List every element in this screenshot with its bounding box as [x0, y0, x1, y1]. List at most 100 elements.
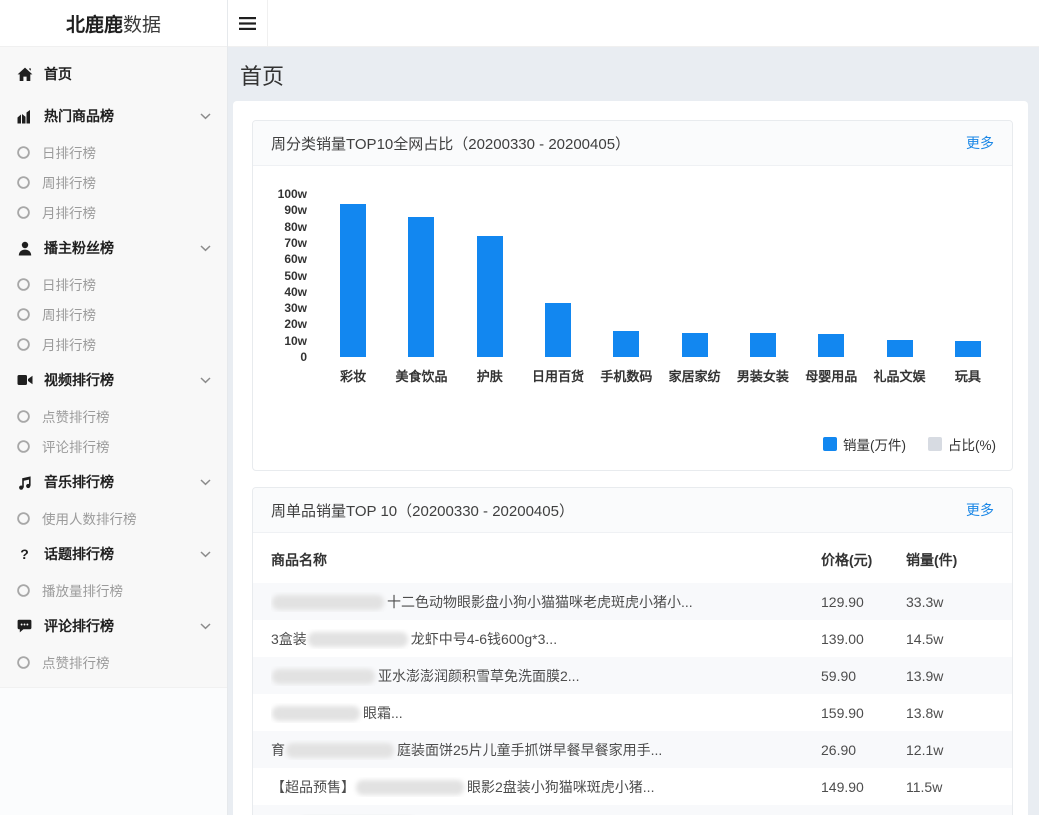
circle-icon — [17, 278, 30, 291]
sidebar-section-video-rank[interactable]: 视频排行榜 — [0, 359, 227, 401]
table-row[interactable]: 亚水澎澎润颜积雪草免洗面膜2... 59.90 13.9w — [253, 657, 1012, 694]
product-price: 159.90 — [821, 705, 906, 721]
sidebar-subitem[interactable]: 评论排行榜 — [0, 431, 227, 461]
bar-slot — [797, 194, 865, 357]
sidebar-section-label: 话题排行榜 — [44, 544, 114, 564]
circle-icon — [17, 512, 30, 525]
circle-icon — [17, 176, 30, 189]
product-price: 139.00 — [821, 631, 906, 647]
sidebar-subitem-label: 播放量排行榜 — [42, 580, 123, 600]
bar — [545, 303, 571, 357]
table-row[interactable]: 眼霜... 159.90 13.8w — [253, 694, 1012, 731]
chart-bar-icon — [16, 108, 33, 124]
x-tick-label: 日用百货 — [524, 366, 592, 385]
product-name: 【超品预售】眼影2盘装小狗猫咪斑虎小猪... — [271, 777, 821, 797]
blurred-text — [356, 780, 464, 795]
table-header-row: 商品名称 价格(元) 销量(件) — [253, 533, 1012, 583]
bar-slot — [729, 194, 797, 357]
sidebar-section-comment-rank[interactable]: 评论排行榜 — [0, 605, 227, 647]
sidebar-section-hot-products[interactable]: 热门商品榜 — [0, 95, 227, 137]
sidebar-subitem[interactable]: 月排行榜 — [0, 197, 227, 227]
y-tick-label: 60w — [263, 252, 307, 266]
blurred-text — [272, 669, 375, 684]
x-tick-label: 礼品文娱 — [865, 366, 933, 385]
chevron-down-icon — [200, 551, 211, 558]
sidebar-subitem-label: 日排行榜 — [42, 142, 96, 162]
sidebar-subitem[interactable]: 日排行榜 — [0, 269, 227, 299]
legend-item-sales[interactable]: 销量(万件) — [823, 434, 906, 454]
video-camera-icon — [16, 372, 33, 388]
topbar — [228, 0, 1039, 47]
chevron-down-icon — [200, 479, 211, 486]
product-name: 眼霜... — [271, 703, 821, 723]
y-tick-label: 0 — [263, 350, 307, 364]
sidebar-subitem[interactable]: 播放量排行榜 — [0, 575, 227, 605]
table-row[interactable]: 育庭装面饼25片儿童手抓饼早餐早餐家用手... 26.90 12.1w — [253, 731, 1012, 768]
sidebar-item-home[interactable]: 首页 — [0, 53, 227, 95]
music-note-icon — [16, 474, 33, 490]
circle-icon — [17, 656, 30, 669]
table-row[interactable]: 3盒装龙虾中号4-6钱600g*3... 139.00 14.5w — [253, 620, 1012, 657]
bar — [408, 217, 434, 357]
product-price: 129.90 — [821, 594, 906, 610]
product-sales: 13.9w — [906, 668, 1006, 684]
table-more-link[interactable]: 更多 — [966, 500, 994, 520]
sidebar-subitem[interactable]: 使用人数排行榜 — [0, 503, 227, 533]
chart-card-header: 周分类销量TOP10全网占比（20200330 - 20200405） 更多 — [253, 121, 1012, 166]
y-tick-label: 30w — [263, 301, 307, 315]
products-table: 商品名称 价格(元) 销量(件) 十二色动物眼影盘小狗小猫猫咪老虎斑虎小猪小..… — [253, 533, 1012, 815]
bar-slot — [456, 194, 524, 357]
product-name: 十二色动物眼影盘小狗小猫猫咪老虎斑虎小猪小... — [271, 592, 821, 612]
y-tick-label: 20w — [263, 317, 307, 331]
sidebar-subitem[interactable]: 点赞排行榜 — [0, 647, 227, 677]
table-card-title: 周单品销量TOP 10（20200330 - 20200405） — [271, 500, 574, 521]
sidebar-subitem[interactable]: 周排行榜 — [0, 299, 227, 329]
legend-swatch-gray — [928, 437, 942, 451]
sidebar-subitem-label: 周排行榜 — [42, 304, 96, 324]
blurred-text — [286, 743, 394, 758]
sidebar-section-topic-rank[interactable]: ?话题排行榜 — [0, 533, 227, 575]
bar — [613, 331, 639, 357]
chart-more-link[interactable]: 更多 — [966, 133, 994, 153]
table-card-header: 周单品销量TOP 10（20200330 - 20200405） 更多 — [253, 488, 1012, 533]
x-tick-label: 美食饮品 — [387, 366, 455, 385]
legend-swatch-blue — [823, 437, 837, 451]
x-tick-label: 家居家纺 — [660, 366, 728, 385]
sidebar: 北鹿鹿数据 首页 热门商品榜 日排行榜 周排行榜 月排行榜 — [0, 0, 228, 815]
sidebar-subitem-label: 周排行榜 — [42, 172, 96, 192]
sidebar-section-music-rank[interactable]: 音乐排行榜 — [0, 461, 227, 503]
product-price: 26.90 — [821, 742, 906, 758]
circle-icon — [17, 338, 30, 351]
sidebar-subitem[interactable]: 日排行榜 — [0, 137, 227, 167]
y-tick-label: 10w — [263, 334, 307, 348]
product-name: 3盒装龙虾中号4-6钱600g*3... — [271, 629, 821, 649]
x-tick-label: 彩妆 — [319, 366, 387, 385]
sidebar-section-streamer-fans[interactable]: 播主粉丝榜 — [0, 227, 227, 269]
sidebar-section-label: 播主粉丝榜 — [44, 238, 114, 258]
sidebar-item-label: 首页 — [44, 64, 72, 84]
sidebar-section-label: 评论排行榜 — [44, 616, 114, 636]
bar-slot — [592, 194, 660, 357]
bar — [340, 204, 366, 357]
table-row[interactable]: 十二色动物眼影盘小狗小猫猫咪老虎斑虎小猪小... 129.90 33.3w — [253, 583, 1012, 620]
bar-slot — [865, 194, 933, 357]
table-row[interactable]: 预售粉广西特产正宗螺丝粉方便面米线... 39.70 10.2w — [253, 805, 1012, 815]
sidebar-nav: 首页 热门商品榜 日排行榜 周排行榜 月排行榜 播主粉丝榜 — [0, 47, 227, 688]
sidebar-subitem[interactable]: 点赞排行榜 — [0, 401, 227, 431]
hamburger-icon — [239, 17, 256, 30]
hamburger-menu-button[interactable] — [228, 0, 268, 46]
sidebar-subitem[interactable]: 周排行榜 — [0, 167, 227, 197]
sidebar-subitem-label: 使用人数排行榜 — [42, 508, 137, 528]
x-axis-labels: 彩妆美食饮品护肤日用百货手机数码家居家纺男装女装母婴用品礼品文娱玩具 — [319, 366, 1002, 385]
chevron-down-icon — [200, 623, 211, 630]
y-tick-label: 40w — [263, 285, 307, 299]
x-tick-label: 母婴用品 — [797, 366, 865, 385]
app-logo-light: 数据 — [123, 10, 161, 37]
circle-icon — [17, 146, 30, 159]
bar-slot — [934, 194, 1002, 357]
y-tick-label: 50w — [263, 269, 307, 283]
sidebar-subitem[interactable]: 月排行榜 — [0, 329, 227, 359]
table-row[interactable]: 【超品预售】眼影2盘装小狗猫咪斑虎小猪... 149.90 11.5w — [253, 768, 1012, 805]
legend-item-share[interactable]: 占比(%) — [928, 434, 996, 454]
table-rows: 十二色动物眼影盘小狗小猫猫咪老虎斑虎小猪小... 129.90 33.3w 3盒… — [253, 583, 1012, 815]
